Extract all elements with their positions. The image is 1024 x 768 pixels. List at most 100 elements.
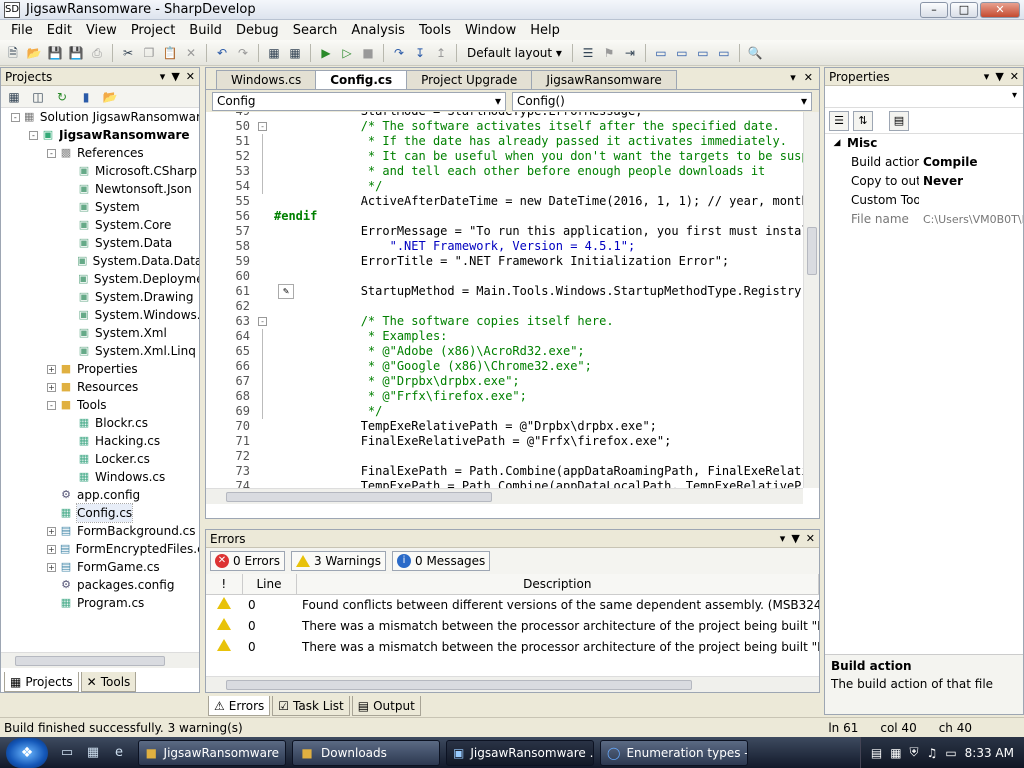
tree-item[interactable]: - ▣ JigsawRansomware bbox=[1, 126, 199, 144]
start-button[interactable]: ❖ bbox=[6, 737, 48, 768]
class-combo[interactable]: Config ▾ bbox=[212, 91, 506, 111]
table-row[interactable]: 0 There was a mismatch between the proces… bbox=[206, 636, 819, 657]
menu-view[interactable]: View bbox=[79, 23, 124, 38]
tree-item[interactable]: - ▩ References bbox=[1, 144, 199, 162]
property-row[interactable]: Build action Compile bbox=[825, 153, 1023, 172]
tree-item[interactable]: + ■ Resources bbox=[1, 378, 199, 396]
tree-item[interactable]: ⚙ packages.config bbox=[1, 576, 199, 594]
tree-item[interactable]: ▣ System.Xml bbox=[1, 324, 199, 342]
tree-item[interactable]: ▣ Newtonsoft.Json bbox=[1, 180, 199, 198]
filter-messages-button[interactable]: i 0 Messages bbox=[392, 551, 491, 571]
new-file-icon[interactable]: 🗎 bbox=[4, 44, 22, 62]
open-file-icon[interactable]: 📂 bbox=[25, 44, 43, 62]
stop-icon[interactable]: ■ bbox=[359, 44, 377, 62]
property-row[interactable]: Copy to out Never bbox=[825, 172, 1023, 191]
expand-icon[interactable]: + bbox=[47, 526, 56, 536]
property-value[interactable]: C:\Users\VM0B0T\D bbox=[919, 210, 1023, 229]
tree-item[interactable]: ▣ System.Windows. bbox=[1, 306, 199, 324]
fold-collapse-icon[interactable]: - bbox=[258, 317, 267, 326]
refresh-icon[interactable]: ↻ bbox=[53, 88, 71, 106]
indent-icon[interactable]: ⇥ bbox=[621, 44, 639, 62]
previous-bookmark-icon[interactable]: ▭ bbox=[673, 44, 691, 62]
dropdown-icon[interactable]: ▾ bbox=[984, 70, 990, 83]
sort-alphabetical-icon[interactable]: ⇅ bbox=[853, 110, 873, 131]
close-icon[interactable]: ✕ bbox=[186, 70, 195, 83]
column-header-severity[interactable]: ! bbox=[206, 574, 243, 595]
run-without-debugger-icon[interactable]: ▷ bbox=[338, 44, 356, 62]
step-over-icon[interactable]: ↷ bbox=[390, 44, 408, 62]
clear-bookmarks-icon[interactable]: ▭ bbox=[715, 44, 733, 62]
save-icon[interactable]: 💾 bbox=[46, 44, 64, 62]
fold-gutter[interactable]: - bbox=[256, 314, 270, 329]
tab-project-upgrade[interactable]: Project Upgrade bbox=[406, 70, 533, 89]
tray-display-icon[interactable]: ▭ bbox=[945, 746, 956, 760]
tree-item[interactable]: ▣ System.Data.DataS bbox=[1, 252, 199, 270]
taskbar-button[interactable]: ■ Downloads bbox=[292, 739, 440, 766]
close-button[interactable]: ✕ bbox=[980, 2, 1020, 18]
menu-debug[interactable]: Debug bbox=[229, 23, 286, 38]
editor-vertical-scrollbar[interactable] bbox=[803, 112, 819, 488]
property-value[interactable]: Compile bbox=[919, 153, 1023, 172]
property-value[interactable] bbox=[919, 191, 1023, 210]
toggle-bookmark-icon[interactable]: ▭ bbox=[652, 44, 670, 62]
print-icon[interactable]: ⎙ bbox=[88, 44, 106, 62]
internet-explorer-icon[interactable]: e bbox=[109, 743, 129, 763]
tray-volume-icon[interactable]: ♫ bbox=[927, 746, 938, 760]
property-value[interactable]: Never bbox=[919, 172, 1023, 191]
tree-item[interactable]: ▦ Hacking.cs bbox=[1, 432, 199, 450]
tree-item[interactable]: - ▦ Solution JigsawRansomware bbox=[1, 108, 199, 126]
fold-collapse-icon[interactable]: - bbox=[258, 122, 267, 131]
scrollbar-thumb[interactable] bbox=[807, 227, 817, 275]
pin-icon[interactable]: ▼ bbox=[171, 70, 179, 83]
tree-item[interactable]: ▣ System.Xml.Linq bbox=[1, 342, 199, 360]
menu-tools[interactable]: Tools bbox=[412, 23, 458, 38]
cut-icon[interactable]: ✂ bbox=[119, 44, 137, 62]
menu-build[interactable]: Build bbox=[182, 23, 229, 38]
find-icon[interactable]: 🔍 bbox=[746, 44, 764, 62]
property-row[interactable]: Custom Tool bbox=[825, 191, 1023, 210]
pin-icon[interactable]: ▼ bbox=[995, 70, 1003, 83]
editor-horizontal-scrollbar[interactable] bbox=[206, 488, 803, 504]
scrollbar-thumb[interactable] bbox=[15, 656, 165, 666]
tray-network-icon[interactable]: ▤ bbox=[871, 746, 882, 760]
code-area[interactable]: 49 StartMode = StartModeType.ErrorMessag… bbox=[206, 112, 819, 504]
rebuild-icon[interactable]: ▦ bbox=[286, 44, 304, 62]
minimize-button[interactable]: – bbox=[920, 2, 948, 18]
delete-icon[interactable]: ✕ bbox=[182, 44, 200, 62]
tree-item[interactable]: ▦ Config.cs bbox=[1, 503, 199, 523]
menu-analysis[interactable]: Analysis bbox=[344, 23, 412, 38]
tree-item[interactable]: ▦ Blockr.cs bbox=[1, 414, 199, 432]
projects-horizontal-scrollbar[interactable] bbox=[1, 652, 199, 668]
table-row[interactable]: 0 Found conflicts between different versi… bbox=[206, 594, 819, 615]
bookmark-icon[interactable]: ⚑ bbox=[600, 44, 618, 62]
dropdown-icon[interactable]: ▾ bbox=[780, 532, 786, 545]
close-tab-icon[interactable]: ✕ bbox=[804, 71, 813, 84]
collapse-icon[interactable]: - bbox=[29, 130, 38, 140]
tray-shield-icon[interactable]: ⛨ bbox=[910, 745, 919, 760]
tab-output[interactable]: ▤ Output bbox=[351, 696, 421, 716]
collapse-icon[interactable]: - bbox=[11, 112, 20, 122]
object-selector-dropdown[interactable]: ▾ bbox=[825, 86, 1023, 108]
tab-tools[interactable]: ✕ Tools bbox=[80, 672, 137, 692]
next-bookmark-icon[interactable]: ▭ bbox=[694, 44, 712, 62]
tree-item[interactable]: ▣ System bbox=[1, 198, 199, 216]
tray-vm-icon[interactable]: ▦ bbox=[890, 746, 901, 760]
clock[interactable]: 8:33 AM bbox=[965, 746, 1014, 760]
show-desktop-icon[interactable]: ▭ bbox=[57, 743, 77, 763]
build-icon[interactable]: ▦ bbox=[265, 44, 283, 62]
step-out-icon[interactable]: ↥ bbox=[432, 44, 450, 62]
filter-warnings-button[interactable]: 3 Warnings bbox=[290, 551, 386, 571]
taskbar-button[interactable]: ◯ Enumeration types -... bbox=[600, 739, 748, 766]
layout-dropdown[interactable]: Default layout ▾ bbox=[463, 44, 566, 62]
close-icon[interactable]: ✕ bbox=[1010, 70, 1019, 83]
properties-icon[interactable]: ▦ bbox=[5, 88, 23, 106]
fold-gutter[interactable]: - bbox=[256, 119, 270, 134]
close-icon[interactable]: ✕ bbox=[806, 532, 815, 545]
tree-item[interactable]: + ▤ FormEncryptedFiles.cs bbox=[1, 540, 199, 558]
tree-item[interactable]: ▦ Windows.cs bbox=[1, 468, 199, 486]
save-all-icon[interactable]: 💾 bbox=[67, 44, 85, 62]
tab-projects[interactable]: ▦ Projects bbox=[4, 672, 79, 692]
expand-icon[interactable]: + bbox=[47, 562, 56, 572]
tree-item[interactable]: ▣ System.Deployme bbox=[1, 270, 199, 288]
comment-icon[interactable]: ☰ bbox=[579, 44, 597, 62]
